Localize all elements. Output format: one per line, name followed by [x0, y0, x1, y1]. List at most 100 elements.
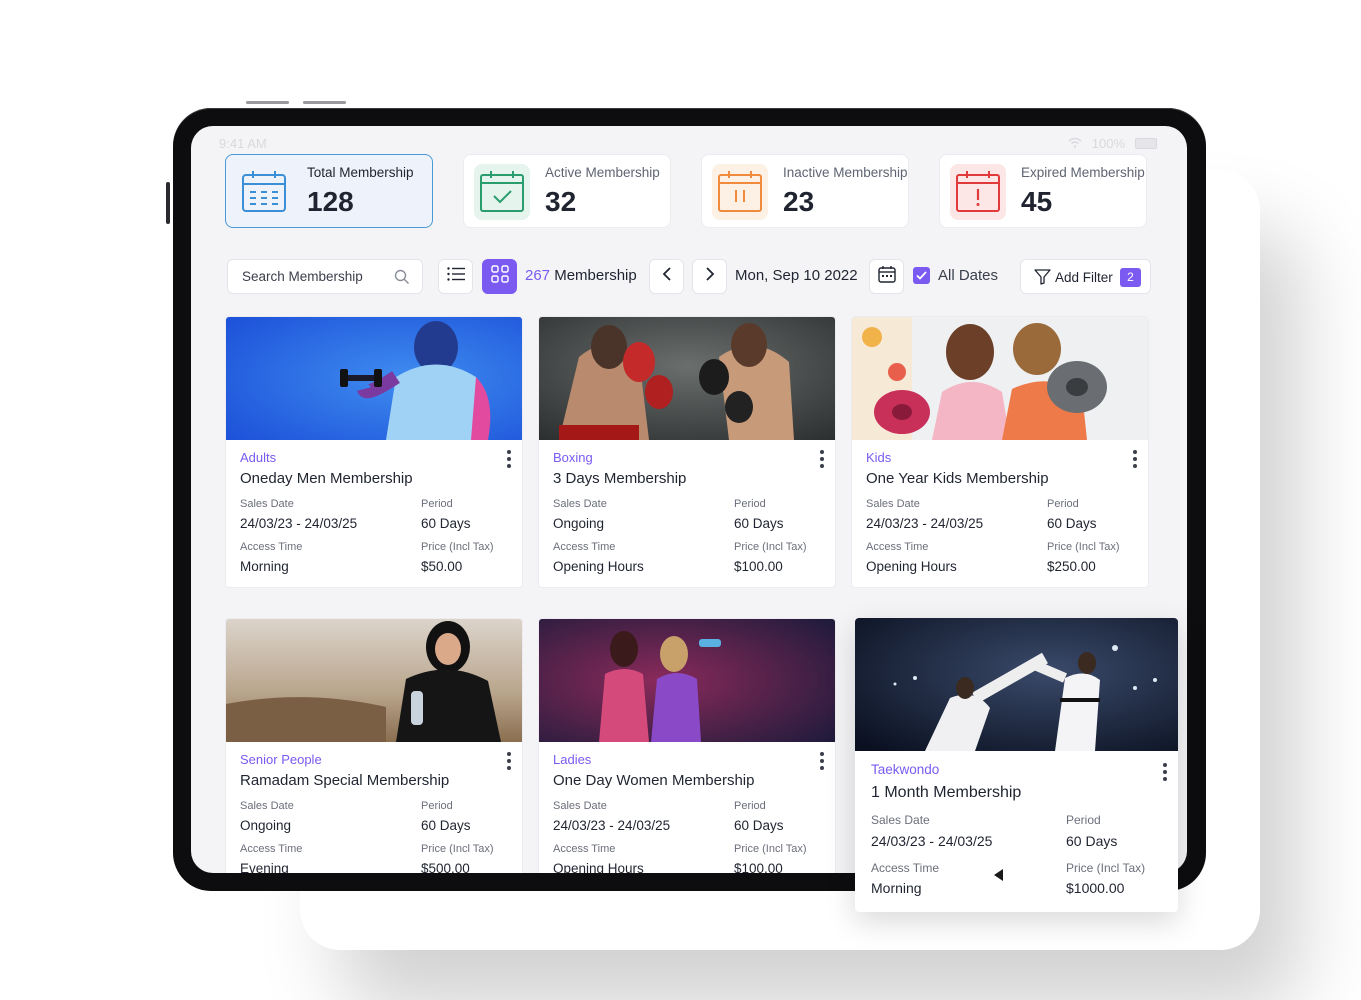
membership-photo — [539, 317, 835, 440]
stat-label: Total Membership — [307, 165, 414, 180]
period-value: 60 Days — [734, 516, 784, 531]
stat-value: 32 — [545, 186, 577, 217]
stat-value: 23 — [783, 186, 815, 217]
sales-date-label: Sales Date — [553, 800, 607, 812]
price-value: $250.00 — [1047, 559, 1096, 574]
access-time-label: Access Time — [240, 843, 303, 855]
period-label: Period — [421, 498, 453, 510]
battery-icon — [1135, 138, 1157, 149]
membership-photo — [539, 619, 835, 742]
more-options-icon[interactable] — [819, 449, 825, 474]
list-view-button[interactable] — [438, 259, 473, 294]
card-category: Adults — [240, 450, 277, 465]
period-label: Period — [1066, 813, 1101, 827]
search-box — [227, 259, 423, 294]
price-value: $100.00 — [734, 559, 783, 574]
membership-card[interactable]: Senior People Ramadam Special Membership… — [225, 618, 523, 873]
more-options-icon[interactable] — [1132, 449, 1138, 474]
check-icon[interactable] — [913, 267, 930, 284]
sales-date-value: Ongoing — [553, 516, 605, 531]
card-category: Taekwondo — [871, 762, 940, 777]
membership-card[interactable]: Boxing 3 Days Membership Sales Date Ongo… — [538, 316, 836, 588]
stat-card-total[interactable]: Total Membership 128 — [225, 154, 433, 228]
access-time-label: Access Time — [553, 541, 616, 553]
search-input[interactable] — [240, 268, 394, 285]
mouse-pointer-icon — [993, 868, 1005, 887]
grid-icon — [490, 265, 509, 288]
membership-photo — [852, 317, 1148, 440]
price-label: Price (Incl Tax) — [421, 843, 494, 855]
access-time-value: Opening Hours — [553, 861, 644, 873]
calendar-pause-icon — [712, 164, 768, 220]
card-title: One Day Women Membership — [553, 772, 755, 789]
access-time-value: Opening Hours — [866, 559, 957, 574]
period-label: Period — [734, 498, 766, 510]
access-time-value: Morning — [871, 880, 922, 896]
price-label: Price (Incl Tax) — [421, 541, 494, 553]
filter-count-badge: 2 — [1120, 268, 1141, 287]
price-label: Price (Incl Tax) — [734, 541, 807, 553]
status-bar: 9:41 AM 100% — [219, 136, 1157, 154]
grid-view-button[interactable] — [482, 259, 517, 294]
access-time-label: Access Time — [240, 541, 303, 553]
membership-card[interactable]: Kids One Year Kids Membership Sales Date… — [851, 316, 1149, 588]
calendar-check-icon — [474, 164, 530, 220]
period-value: 60 Days — [734, 818, 784, 833]
list-icon — [446, 267, 465, 286]
chevron-right-icon — [705, 267, 715, 286]
card-category: Senior People — [240, 752, 322, 767]
access-time-label: Access Time — [871, 861, 940, 875]
battery-percent: 100% — [1091, 136, 1125, 151]
search-icon[interactable] — [394, 269, 410, 290]
all-dates-toggle[interactable]: All Dates — [913, 267, 998, 284]
membership-photo — [855, 618, 1178, 751]
price-value: $100.00 — [734, 861, 783, 873]
stat-card-inactive[interactable]: Inactive Membership 23 — [701, 154, 909, 228]
card-title: Ramadam Special Membership — [240, 772, 450, 789]
more-options-icon[interactable] — [819, 751, 825, 776]
access-time-value: Evening — [240, 861, 289, 873]
card-title: One Year Kids Membership — [866, 470, 1049, 487]
prev-date-button[interactable] — [649, 259, 684, 294]
period-value: 60 Days — [421, 818, 471, 833]
next-date-button[interactable] — [692, 259, 727, 294]
membership-count-number: 267 — [525, 267, 551, 284]
membership-card[interactable]: Adults Oneday Men Membership Sales Date … — [225, 316, 523, 588]
sales-date-value: Ongoing — [240, 818, 292, 833]
sales-date-label: Sales Date — [871, 813, 930, 827]
calendar-alert-icon — [950, 164, 1006, 220]
sales-date-label: Sales Date — [553, 498, 607, 510]
period-value: 60 Days — [421, 516, 471, 531]
stat-card-expired[interactable]: Expired Membership 45 — [939, 154, 1147, 228]
wifi-icon — [1068, 136, 1082, 151]
card-category: Ladies — [553, 752, 592, 767]
calendar-icon — [877, 265, 896, 288]
card-title: 1 Month Membership — [871, 784, 1022, 801]
add-filter-button[interactable]: Add Filter 2 — [1020, 259, 1151, 294]
current-date: Mon, Sep 10 2022 — [735, 267, 858, 284]
more-options-icon[interactable] — [506, 449, 512, 474]
sales-date-value: 24/03/23 - 24/03/25 — [553, 818, 671, 833]
membership-card-highlighted[interactable]: Taekwondo 1 Month Membership Sales Date … — [855, 618, 1178, 912]
membership-photo — [226, 619, 522, 742]
price-value: $500.00 — [421, 861, 470, 873]
stat-label: Active Membership — [545, 165, 660, 180]
price-label: Price (Incl Tax) — [1066, 861, 1146, 875]
stat-value: 45 — [1021, 186, 1053, 217]
sales-date-label: Sales Date — [866, 498, 920, 510]
card-title: 3 Days Membership — [553, 470, 687, 487]
stat-card-active[interactable]: Active Membership 32 — [463, 154, 671, 228]
access-time-value: Morning — [240, 559, 289, 574]
sales-date-value: 24/03/23 - 24/03/25 — [240, 516, 358, 531]
calendar-button[interactable] — [869, 259, 904, 294]
stat-label: Expired Membership — [1021, 165, 1145, 180]
card-category: Kids — [866, 450, 892, 465]
membership-count: 267 Membership — [525, 267, 637, 284]
sales-date-value: 24/03/23 - 24/03/25 — [871, 833, 993, 849]
more-options-icon[interactable] — [506, 751, 512, 776]
period-label: Period — [1047, 498, 1079, 510]
more-options-icon[interactable] — [1162, 762, 1168, 787]
calendar-grid-icon — [236, 164, 292, 220]
membership-card[interactable]: Ladies One Day Women Membership Sales Da… — [538, 618, 836, 873]
stat-label: Inactive Membership — [783, 165, 908, 180]
